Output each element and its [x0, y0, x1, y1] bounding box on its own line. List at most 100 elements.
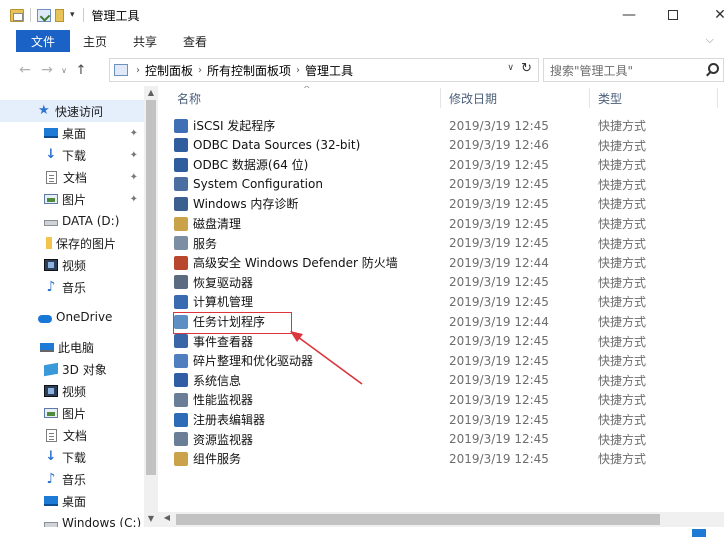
sidebar-item-pc-downloads[interactable]: ↓ 下载 — [0, 446, 144, 468]
recent-locations-dropdown[interactable]: ∨ — [58, 66, 70, 75]
new-folder-icon[interactable] — [55, 8, 64, 22]
file-type: 快捷方式 — [598, 334, 647, 349]
sidebar-item-pc-pictures[interactable]: 图片 — [0, 402, 144, 424]
back-button[interactable]: ← — [14, 62, 36, 78]
expand-ribbon-icon[interactable]: ⌵ — [706, 33, 714, 47]
column-divider[interactable] — [440, 88, 441, 108]
address-bar[interactable]: › 控制面板 › 所有控制面板项 › 管理工具 ∨ ↻ — [109, 58, 539, 82]
file-row[interactable]: 组件服务 2019/3/19 12:45 快捷方式 — [174, 449, 714, 468]
sidebar-item-label: 3D 对象 — [62, 362, 107, 377]
shortcut-icon — [174, 451, 188, 466]
sidebar-item-downloads[interactable]: ↓ 下载 ✦ — [0, 144, 144, 166]
up-button[interactable]: ↑ — [70, 63, 92, 78]
column-header-date[interactable]: 修改日期 — [449, 86, 497, 110]
sidebar-item-quick-access[interactable]: ★ 快速访问 — [0, 100, 144, 122]
sidebar-item-documents[interactable]: 文档 ✦ — [0, 166, 144, 188]
horizontal-scrollbar[interactable]: ◀ — [158, 512, 724, 527]
details-view-icon[interactable] — [692, 529, 706, 537]
sidebar-item-label: 图片 — [62, 406, 87, 421]
column-divider[interactable] — [717, 88, 718, 108]
scroll-left-icon[interactable]: ◀ — [160, 513, 174, 522]
navigation-scrollbar[interactable]: ▲ ▼ — [144, 86, 158, 539]
shortcut-icon — [174, 432, 188, 447]
file-row[interactable]: 系统信息 2019/3/19 12:45 快捷方式 — [174, 371, 714, 390]
file-type: 快捷方式 — [598, 275, 647, 290]
file-row[interactable]: 事件查看器 2019/3/19 12:45 快捷方式 — [174, 332, 714, 351]
properties-icon[interactable] — [37, 8, 51, 22]
tab-view[interactable]: 查看 — [170, 30, 220, 52]
file-row[interactable]: 计算机管理 2019/3/19 12:45 快捷方式 — [174, 292, 714, 311]
file-row[interactable]: 恢复驱动器 2019/3/19 12:45 快捷方式 — [174, 273, 714, 292]
breadcrumb-all-items[interactable]: 所有控制面板项 — [207, 62, 291, 79]
sidebar-item-data-drive[interactable]: DATA (D:) — [0, 210, 144, 232]
file-row[interactable]: 注册表编辑器 2019/3/19 12:45 快捷方式 — [174, 410, 714, 429]
file-row[interactable]: ODBC Data Sources (32-bit) 2019/3/19 12:4… — [174, 136, 714, 155]
file-row[interactable]: 高级安全 Windows Defender 防火墙 2019/3/19 12:44… — [174, 253, 714, 272]
file-row[interactable]: 碎片整理和优化驱动器 2019/3/19 12:45 快捷方式 — [174, 351, 714, 370]
breadcrumb-control-panel[interactable]: 控制面板 — [145, 62, 193, 79]
customize-toolbar-arrow-icon[interactable]: ▾ — [68, 10, 77, 20]
sidebar-item-this-pc[interactable]: 此电脑 — [0, 336, 144, 358]
pin-icon[interactable]: ✦ — [130, 128, 138, 139]
sidebar-item-desktop[interactable]: 桌面 ✦ — [0, 122, 144, 144]
scroll-down-icon[interactable]: ▼ — [144, 514, 158, 523]
sidebar-item-pc-desktop[interactable]: 桌面 — [0, 490, 144, 512]
file-date: 2019/3/19 12:45 — [449, 275, 549, 290]
sidebar-item-saved-pictures[interactable]: 保存的图片 — [0, 232, 144, 254]
address-dropdown-icon[interactable]: ∨ — [507, 63, 514, 73]
sidebar-item-videos[interactable]: 视频 — [0, 254, 144, 276]
column-header-label: 名称 — [177, 91, 202, 106]
sidebar-item-pictures[interactable]: 图片 ✦ — [0, 188, 144, 210]
shortcut-icon — [174, 236, 188, 251]
file-row[interactable]: System Configuration 2019/3/19 12:45 快捷方式 — [174, 175, 714, 194]
sidebar-item-label: 保存的图片 — [56, 236, 117, 251]
shortcut-icon — [174, 157, 188, 172]
tab-home[interactable]: 主页 — [70, 30, 120, 52]
file-name: 注册表编辑器 — [193, 413, 266, 427]
sidebar-item-3d-objects[interactable]: 3D 对象 — [0, 358, 144, 380]
tab-share[interactable]: 共享 — [120, 30, 170, 52]
file-row[interactable]: ODBC 数据源(64 位) 2019/3/19 12:45 快捷方式 — [174, 155, 714, 174]
breadcrumb-admin-tools[interactable]: 管理工具 — [305, 62, 353, 79]
search-input[interactable]: 搜索"管理工具" — [543, 58, 724, 82]
refresh-icon[interactable]: ↻ — [521, 61, 532, 76]
file-row[interactable]: Windows 内存诊断 2019/3/19 12:45 快捷方式 — [174, 194, 714, 213]
file-type: 快捷方式 — [598, 119, 647, 133]
file-date: 2019/3/19 12:45 — [449, 432, 549, 447]
maximize-button[interactable] — [650, 0, 696, 30]
close-button[interactable]: ✕ — [697, 0, 724, 30]
sidebar-item-pc-documents[interactable]: 文档 — [0, 424, 144, 446]
pin-icon[interactable]: ✦ — [130, 194, 138, 205]
file-type: 快捷方式 — [598, 452, 647, 467]
sidebar-item-pc-videos[interactable]: 视频 — [0, 380, 144, 402]
sidebar-item-music[interactable]: ♪ 音乐 — [0, 276, 144, 298]
minimize-button[interactable]: — — [606, 0, 652, 30]
pin-icon[interactable]: ✦ — [130, 150, 138, 161]
navigation-scrollbar-thumb[interactable] — [146, 100, 156, 475]
column-header-type[interactable]: 类型 — [598, 86, 622, 110]
horizontal-scrollbar-thumb[interactable] — [176, 514, 660, 525]
sidebar-item-onedrive[interactable]: OneDrive — [0, 306, 144, 328]
quick-access-toolbar: ▾ 管理工具 — [0, 0, 140, 30]
file-row[interactable]: iSCSI 发起程序 2019/3/19 12:45 快捷方式 — [174, 116, 714, 135]
file-row[interactable]: 性能监视器 2019/3/19 12:45 快捷方式 — [174, 390, 714, 409]
breadcrumb-separator[interactable]: › — [296, 65, 300, 76]
explorer-folder-icon[interactable] — [10, 8, 24, 22]
search-icon[interactable] — [708, 63, 719, 74]
breadcrumb-separator[interactable]: › — [198, 65, 202, 76]
sidebar-item-pc-music[interactable]: ♪ 音乐 — [0, 468, 144, 490]
onedrive-icon — [38, 314, 52, 323]
forward-button[interactable]: → — [36, 62, 58, 78]
file-row[interactable]: 资源监视器 2019/3/19 12:45 快捷方式 — [174, 430, 714, 449]
column-divider[interactable] — [589, 88, 590, 108]
column-header-name[interactable]: 名称 — [177, 86, 201, 110]
pin-icon[interactable]: ✦ — [130, 172, 138, 183]
file-name: 组件服务 — [193, 452, 242, 467]
tab-file[interactable]: 文件 — [16, 30, 71, 52]
file-row[interactable]: 磁盘清理 2019/3/19 12:45 快捷方式 — [174, 214, 714, 233]
file-row[interactable]: 服务 2019/3/19 12:45 快捷方式 — [174, 234, 714, 253]
sidebar-item-label: 视频 — [62, 258, 87, 273]
sort-caret-icon: ^ — [303, 86, 311, 95]
navigation-pane: ★ 快速访问 桌面 ✦ ↓ 下载 ✦ 文档 ✦ 图片 ✦ DATA (D:) 保… — [0, 86, 158, 539]
scroll-up-icon[interactable]: ▲ — [144, 88, 158, 97]
